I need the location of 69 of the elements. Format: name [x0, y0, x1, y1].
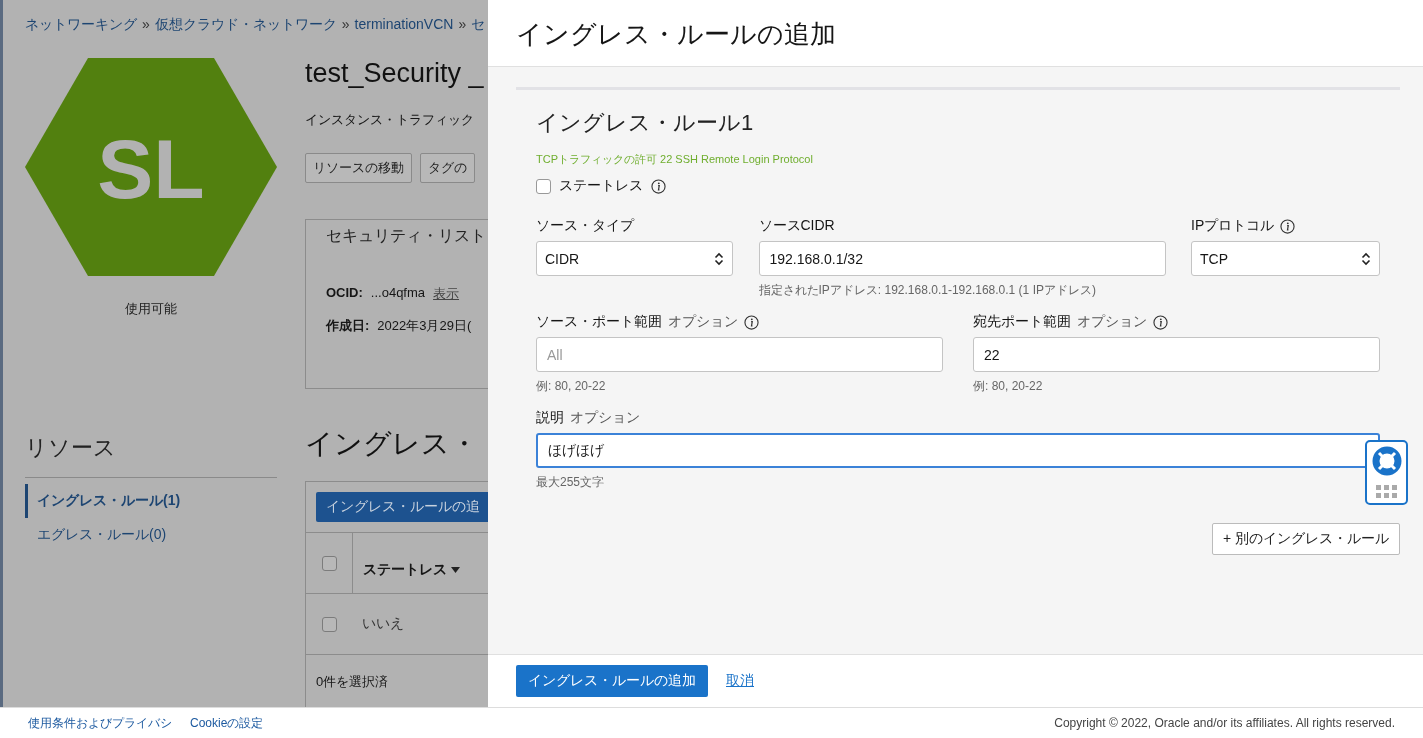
field-hint: 例: 80, 20-22	[973, 378, 1044, 395]
help-widget[interactable]	[1365, 440, 1408, 505]
submit-button[interactable]: イングレス・ルールの追加	[516, 665, 708, 697]
created-label: 作成日:	[326, 317, 370, 335]
text-field[interactable]: 192.168.0.1/32	[758, 241, 1166, 276]
text-field[interactable]: All	[536, 337, 943, 372]
field-hint: 指定されたIPアドレス: 192.168.0.1-192.168.0.1 (1 IPアドレス)	[758, 282, 1097, 299]
footer-link[interactable]: 使用条件およびプライバシ	[28, 714, 172, 732]
checkbox[interactable]	[321, 555, 337, 571]
breadcrumb-link[interactable]: セ	[471, 16, 486, 34]
footer-link[interactable]: Cookieの設定	[190, 714, 264, 732]
ocid-value: ...o4qfma	[370, 285, 426, 302]
info-icon[interactable]	[744, 314, 759, 330]
checkbox[interactable]	[321, 616, 337, 632]
chevron-icon	[1361, 251, 1371, 266]
show-link[interactable]: 表示	[433, 285, 460, 303]
action-button[interactable]: リソースの移動	[305, 153, 412, 183]
text-field[interactable]: 22	[973, 337, 1380, 372]
info-icon[interactable]	[1153, 314, 1168, 330]
section-heading: イングレス・	[305, 427, 478, 461]
description: インスタンス・トラフィック	[305, 111, 475, 129]
checkbox-label: ステートレス	[559, 177, 643, 195]
breadcrumb-separator: »	[142, 16, 150, 34]
optional-label: オプション	[668, 313, 738, 331]
card-title: セキュリティ・リスト	[326, 226, 486, 246]
text-field[interactable]: ほげほげ	[536, 433, 1380, 468]
info-icon[interactable]	[651, 178, 666, 194]
field-label: ソース・タイプ	[536, 217, 634, 235]
checkbox[interactable]	[536, 178, 551, 194]
caret-icon	[451, 567, 460, 573]
field-hint: 例: 80, 20-22	[536, 378, 607, 395]
lifebuoy-icon	[1371, 446, 1402, 477]
field-label: ソース・ポート範囲	[536, 313, 662, 331]
field-label: ソースCIDR	[758, 217, 835, 235]
cancel-link[interactable]: 取消	[726, 672, 754, 690]
field-label: 説明	[536, 409, 564, 427]
optional-label: オプション	[570, 409, 640, 427]
breadcrumb-separator: »	[458, 16, 467, 34]
select-field[interactable]: TCP	[1191, 241, 1380, 276]
add-rule-button[interactable]: イングレス・ルールの追	[316, 492, 488, 522]
sidebar-item[interactable]: イングレス・ルール(1)	[25, 484, 277, 518]
optional-label: オプション	[1077, 313, 1147, 331]
panel-title: イングレス・ルールの追加	[516, 18, 836, 51]
hexagon-logo: SL	[25, 58, 277, 276]
table-cell-text: いいえ	[361, 615, 404, 633]
selection-count: 0件を選択済	[315, 673, 390, 691]
copyright: Copyright © 2022, Oracle and/or its affiliates. All rights reserved.	[1054, 716, 1395, 730]
sidebar-title: リソース	[25, 433, 277, 478]
breadcrumb-separator: »	[341, 16, 350, 34]
status-label: 使用可能	[125, 300, 177, 318]
breadcrumb-link[interactable]: 仮想クラウド・ネットワーク	[154, 16, 337, 34]
grid-dots-icon	[1375, 484, 1398, 499]
field-hint: 最大255文字	[536, 474, 606, 491]
breadcrumb-link[interactable]: ネットワーキング	[25, 16, 137, 34]
breadcrumb-link[interactable]: terminationVCN	[354, 16, 454, 34]
created-value: 2022年3月29日(	[377, 317, 472, 335]
chevron-icon	[714, 251, 724, 266]
sidebar-item[interactable]: エグレス・ルール(0)	[25, 518, 277, 552]
resource-title: test_Security _	[305, 58, 485, 89]
rule-summary: TCPトラフィックの許可 22 SSH Remote Login Protocol	[536, 152, 814, 167]
select-field[interactable]: CIDR	[536, 241, 733, 276]
rule-title: イングレス・ルール1	[536, 109, 754, 137]
column-header[interactable]: ステートレス	[353, 551, 470, 589]
action-button[interactable]: タグの	[420, 153, 475, 183]
field-label: IPプロトコル	[1191, 217, 1275, 235]
ocid-label: OCID:	[326, 285, 363, 302]
field-label: 宛先ポート範囲	[973, 313, 1071, 331]
info-icon[interactable]	[1280, 218, 1296, 234]
add-another-button[interactable]: + 別のイングレス・ルール	[1211, 523, 1400, 555]
